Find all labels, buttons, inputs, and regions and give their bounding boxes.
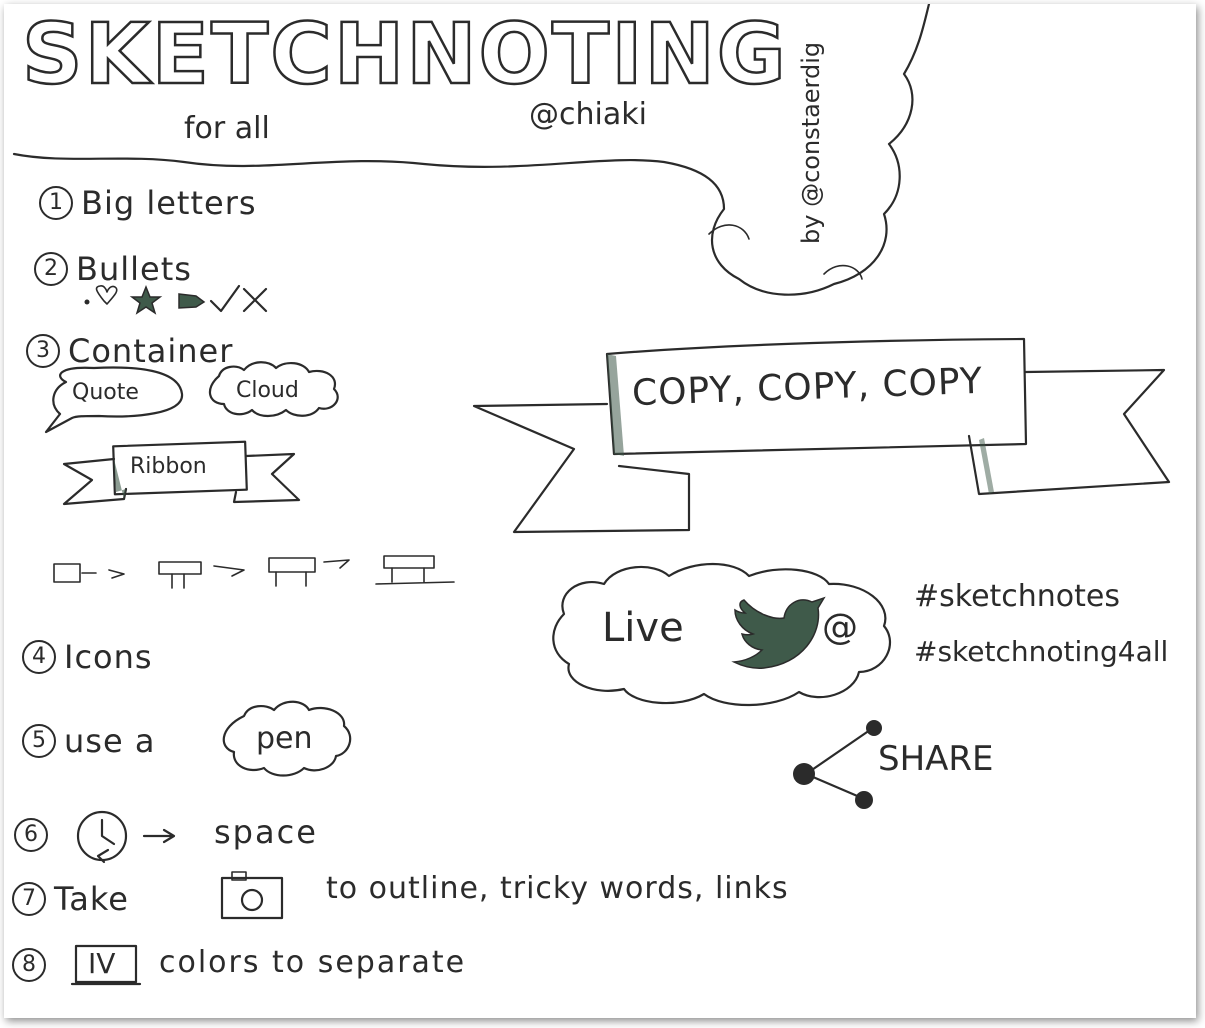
dot-bullet-icon [84,299,90,305]
hashtag-sketchnoting4all: #sketchnoting4all [914,635,1169,668]
item-text: Bullets [76,250,192,288]
item-number: 3 [26,334,60,368]
table-evolution [53,555,455,589]
list-item-5: 5 use a [22,724,155,758]
arrow-icon [178,293,206,309]
check-icon [209,284,241,313]
item-number: 2 [34,252,68,286]
pen-label: pen [256,721,313,756]
list-item-4: 4 Icons [22,640,153,674]
item7-rest: to outline, tricky words, links [326,871,789,906]
item-text: use a [64,722,156,760]
bullets-row [84,284,268,315]
byline: by @constaerdig [797,41,825,244]
hashtag-sketchnotes: #sketchnotes [914,579,1121,614]
star-icon [129,284,163,315]
space-label: space [214,813,318,851]
cross-icon [242,287,268,313]
item-text: Icons [64,638,153,676]
item-number: 4 [22,640,56,674]
share-icon [793,720,882,809]
cloud-bump [823,264,863,280]
drawing-layer [12,4,1171,986]
list-item-1: 1 Big letters [39,186,257,220]
item-number: 6 [14,818,48,852]
at-symbol: @ [822,607,858,648]
list-item-6: 6 [14,818,56,852]
iv-label: IV [88,947,116,980]
item-number: 1 [39,186,73,220]
arrow-to-space [142,828,176,844]
camera-icon [220,871,284,920]
item-text: Take [54,880,129,918]
heart-icon [95,285,118,305]
item8-rest: colors to separate [159,945,467,980]
list-item-3: 3 Container [26,334,233,368]
clock-icon [76,810,128,864]
item-number: 5 [22,724,56,758]
share-label: SHARE [878,739,994,779]
author-handle: @chiaki [529,97,647,132]
item-number: 7 [12,882,46,916]
item-text: Big letters [81,184,257,222]
ribbon-label: Ribbon [130,454,207,479]
quote-label: Quote [72,380,139,405]
item-text: Container [68,332,234,370]
item-number: 8 [12,948,46,982]
list-item-7: 7 Take [12,882,129,916]
list-item-2: 2 Bullets [34,252,192,286]
list-item-8: 8 [12,948,54,982]
sketchnote-page: SKETCHNOTING for all @chiaki by @constae… [4,4,1196,1018]
cloud-label: Cloud [236,378,299,403]
twitter-bird-icon [731,596,826,669]
page-title: SKETCHNOTING [21,5,788,103]
subtitle: for all [184,111,270,146]
live-label: Live [602,605,684,651]
